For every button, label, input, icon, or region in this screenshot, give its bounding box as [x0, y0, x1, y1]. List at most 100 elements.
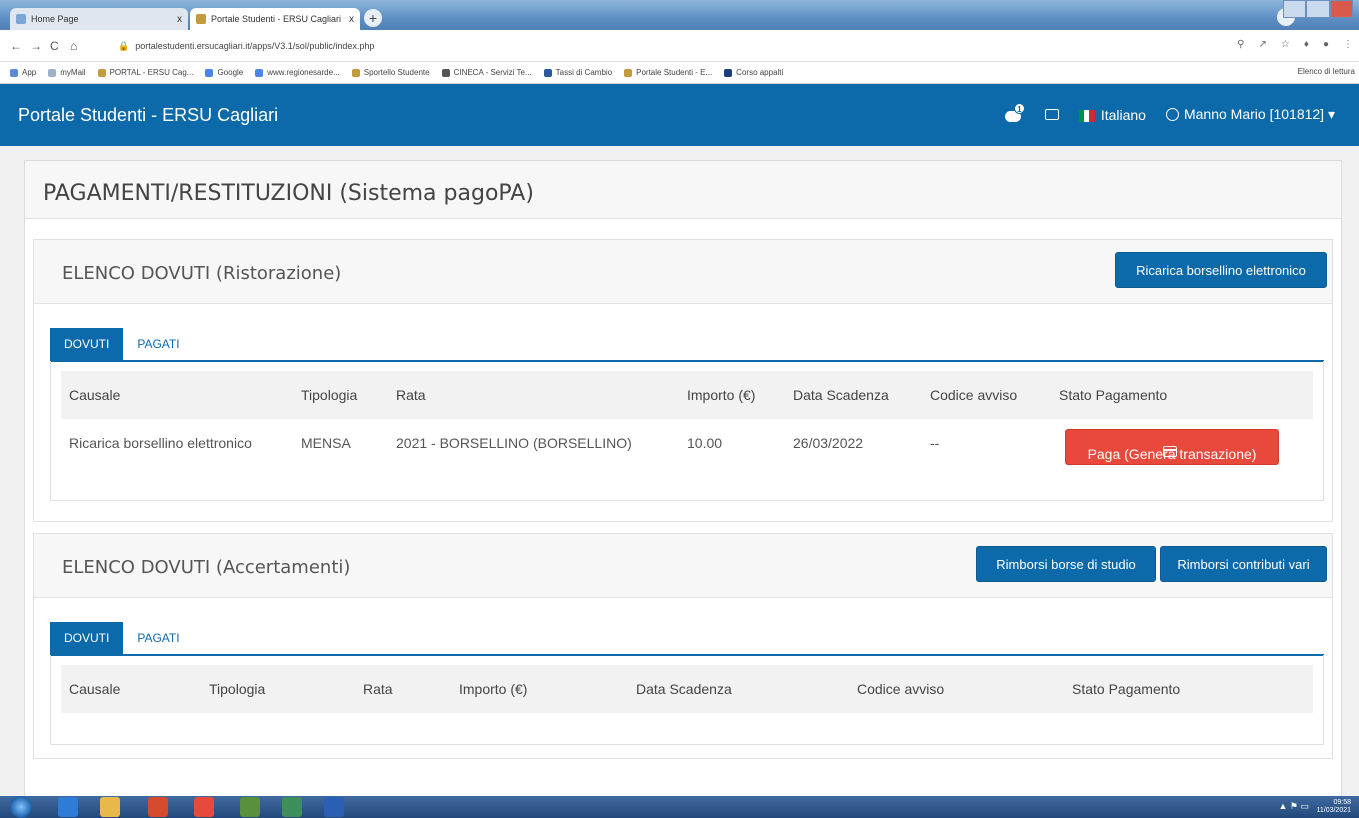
- app-navbar: Portale Studenti - ERSU Cagliari 1 Itali…: [0, 84, 1359, 146]
- app-icon[interactable]: [148, 797, 168, 817]
- panel-ristorazione: ELENCO DOVUTI (Ristorazione) Ricarica bo…: [33, 239, 1333, 522]
- ersu-favicon-icon: [196, 14, 206, 24]
- clock-date: 11/03/2021: [1316, 807, 1351, 814]
- bookmark-item[interactable]: Google: [205, 68, 243, 77]
- project-icon[interactable]: [240, 797, 260, 817]
- paga-label: Paga (Genera transazione): [1087, 446, 1257, 462]
- paga-button[interactable]: Paga (Genera transazione): [1065, 429, 1279, 465]
- clock[interactable]: 09:58 11/03/2021: [1316, 799, 1351, 815]
- rimborsi-contributi-button[interactable]: Rimborsi contributi vari: [1160, 546, 1327, 582]
- payments-table: Causale Tipologia Rata Importo (€) Data …: [50, 361, 1324, 501]
- window-controls: [1283, 0, 1353, 18]
- course-icon: [724, 68, 733, 77]
- menu-icon[interactable]: ⋮: [1343, 39, 1353, 50]
- col-importo: Importo (€): [459, 681, 528, 697]
- google-icon: [255, 68, 264, 77]
- reading-list[interactable]: Elenco di lettura: [1298, 67, 1355, 76]
- tabs: DOVUTI PAGATI: [50, 328, 194, 360]
- panel-title: ELENCO DOVUTI (Accertamenti): [62, 557, 351, 578]
- browser-tab-home[interactable]: Home Page x: [10, 8, 188, 30]
- bookmark-item[interactable]: www.regionesarde...: [255, 68, 340, 77]
- star-icon[interactable]: ☆: [1281, 39, 1290, 50]
- home-button[interactable]: ⌂: [70, 39, 77, 53]
- minimize-button[interactable]: [1283, 0, 1307, 18]
- panel-header: ELENCO DOVUTI (Accertamenti) Rimborsi bo…: [34, 534, 1332, 598]
- ricarica-borsellino-button[interactable]: Ricarica borsellino elettronico: [1115, 252, 1327, 288]
- browser-tab-portale[interactable]: Portale Studenti - ERSU Cagliari x: [190, 8, 360, 30]
- bookmark-item[interactable]: Portale Studenti - E...: [624, 68, 712, 77]
- explorer-icon[interactable]: [100, 797, 120, 817]
- app-brand[interactable]: Portale Studenti - ERSU Cagliari: [18, 105, 278, 126]
- cell-codice: --: [930, 435, 940, 451]
- word-icon[interactable]: [324, 797, 344, 817]
- mail-icon: [48, 68, 57, 77]
- user-menu[interactable]: Manno Mario [101812] ▾: [1165, 106, 1335, 123]
- cell-tipologia: MENSA: [301, 435, 351, 451]
- mail-icon[interactable]: [1044, 109, 1059, 120]
- col-rata: Rata: [396, 387, 426, 403]
- system-tray[interactable]: ▲ ⚑ ▭: [1279, 801, 1309, 812]
- tab-close-icon[interactable]: x: [177, 14, 182, 25]
- ie-icon[interactable]: [58, 797, 78, 817]
- col-stato-pagamento: Stato Pagamento: [1059, 387, 1168, 403]
- tab-close-icon[interactable]: x: [349, 14, 354, 25]
- url-field[interactable]: 🔒 portalestudenti.ersucagliari.it/apps/V3…: [118, 41, 374, 52]
- clock-time: 09:58: [1333, 799, 1351, 806]
- col-tipologia: Tipologia: [209, 681, 266, 697]
- ersu-icon: [97, 68, 106, 77]
- share-icon[interactable]: ↗: [1258, 39, 1266, 50]
- bookmark-item[interactable]: PORTAL - ERSU Cag...: [97, 68, 193, 77]
- cineca-icon: [441, 68, 450, 77]
- notifications-icon[interactable]: 1: [1004, 102, 1025, 123]
- address-bar: ← → C ⌂ 🔒 portalestudenti.ersucagliari.it…: [0, 30, 1359, 62]
- zoom-icon[interactable]: ⚲: [1237, 39, 1244, 50]
- reload-button[interactable]: C: [50, 39, 59, 53]
- rimborsi-borse-button[interactable]: Rimborsi borse di studio: [976, 546, 1156, 582]
- browser-tab-bar: Home Page x Portale Studenti - ERSU Cagl…: [0, 0, 1359, 30]
- col-stato-pagamento: Stato Pagamento: [1072, 681, 1181, 697]
- user-icon: [1165, 108, 1179, 121]
- main-content: PAGAMENTI/RESTITUZIONI (Sistema pagoPA) …: [24, 160, 1342, 800]
- language-selector[interactable]: Italiano: [1078, 106, 1146, 123]
- tab-dovuti[interactable]: DOVUTI: [50, 328, 124, 360]
- col-causale: Causale: [69, 387, 121, 403]
- col-importo: Importo (€): [687, 387, 756, 403]
- col-data-scadenza: Data Scadenza: [636, 681, 732, 697]
- forward-button[interactable]: →: [30, 39, 42, 53]
- cell-rata: 2021 - BORSELLINO (BORSELLINO): [396, 435, 632, 451]
- bookmark-item[interactable]: Corso appalti: [724, 68, 783, 77]
- tab-dovuti[interactable]: DOVUTI: [50, 622, 124, 654]
- cell-importo: 10.00: [687, 435, 723, 451]
- bookmark-item[interactable]: myMail: [48, 68, 86, 77]
- tab-pagati[interactable]: PAGATI: [123, 328, 193, 360]
- start-button[interactable]: [10, 796, 32, 818]
- ersu-icon: [351, 68, 360, 77]
- panel-header: ELENCO DOVUTI (Ristorazione) Ricarica bo…: [34, 240, 1332, 304]
- back-button[interactable]: ←: [10, 39, 22, 53]
- url-text: portalestudenti.ersucagliari.it/apps/V3.…: [135, 41, 375, 51]
- table-header: Causale Tipologia Rata Importo (€) Data …: [61, 665, 1313, 713]
- cell-scadenza: 26/03/2022: [793, 435, 864, 451]
- bookmark-item[interactable]: Tassi di Cambio: [543, 68, 612, 77]
- panel-accertamenti: ELENCO DOVUTI (Accertamenti) Rimborsi bo…: [33, 533, 1333, 759]
- new-tab-button[interactable]: +: [364, 9, 382, 27]
- language-label: Italiano: [1100, 106, 1146, 123]
- extensions-icon[interactable]: ♦: [1304, 39, 1309, 50]
- tab-pagati[interactable]: PAGATI: [123, 622, 193, 654]
- table-header: Causale Tipologia Rata Importo (€) Data …: [61, 371, 1313, 419]
- taskbar: ▲ ⚑ ▭ 09:58 11/03/2021: [0, 796, 1359, 818]
- bank-icon: [543, 68, 552, 77]
- excel-icon[interactable]: [282, 797, 302, 817]
- bookmark-item[interactable]: CINECA - Servizi Te...: [441, 68, 532, 77]
- close-window-button[interactable]: [1329, 0, 1353, 18]
- italy-flag-icon: [1078, 109, 1095, 122]
- col-data-scadenza: Data Scadenza: [793, 387, 889, 403]
- tabs: DOVUTI PAGATI: [50, 622, 194, 654]
- chrome-icon[interactable]: [194, 797, 214, 817]
- apps-icon: [10, 68, 18, 77]
- bookmark-item[interactable]: App: [10, 68, 36, 77]
- maximize-button[interactable]: [1306, 0, 1330, 18]
- bookmark-item[interactable]: Sportello Studente: [351, 68, 430, 77]
- col-tipologia: Tipologia: [301, 387, 358, 403]
- account-icon[interactable]: ●: [1323, 39, 1329, 50]
